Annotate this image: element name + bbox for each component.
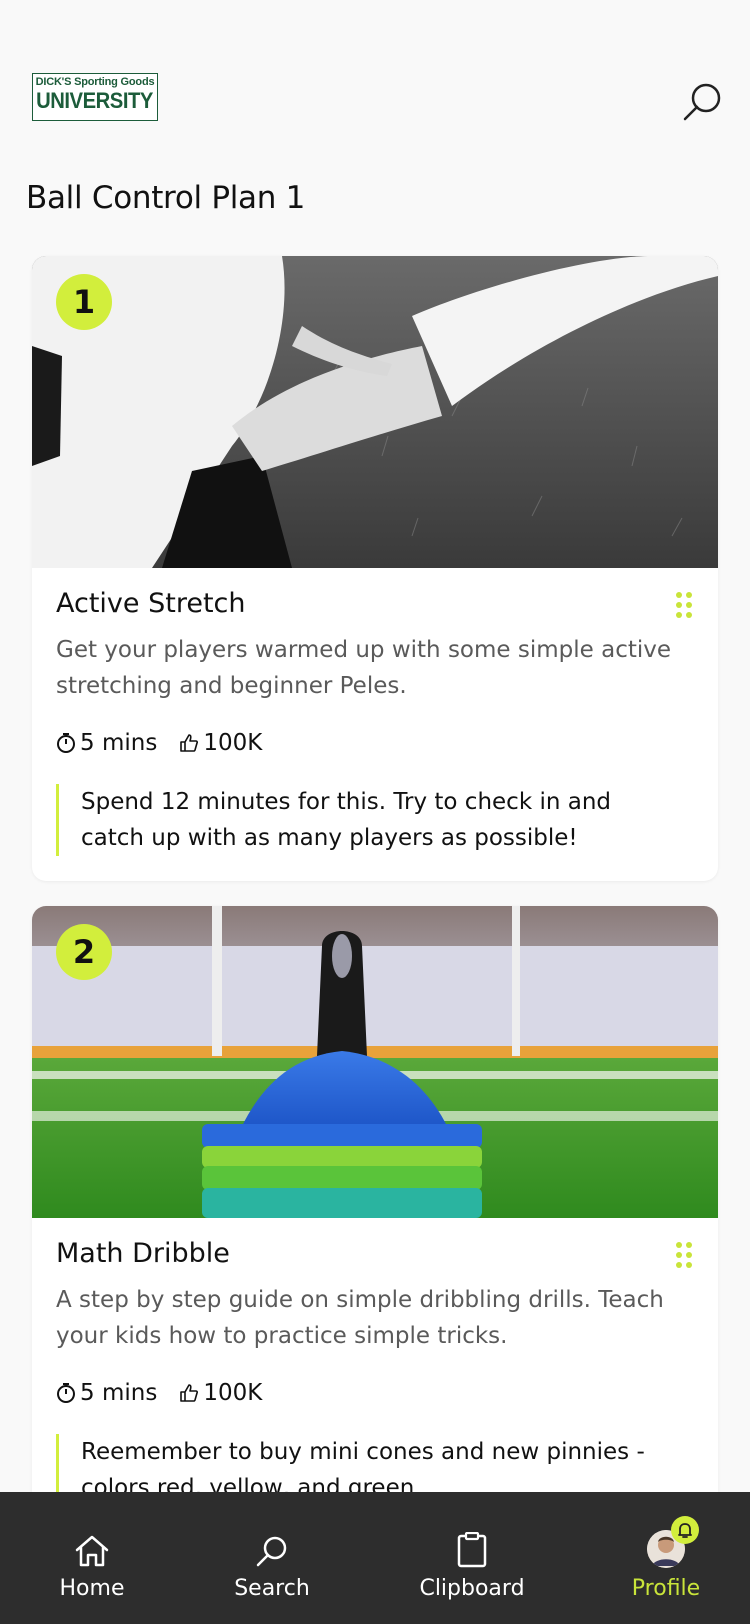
thumbs-up-icon (180, 1384, 199, 1402)
activity-card[interactable]: 1 Active Stretch Get your players warmed… (32, 256, 718, 881)
activity-meta: 5 mins 100K (56, 1380, 284, 1406)
notification-bell-icon (671, 1516, 699, 1544)
step-number-badge: 1 (56, 274, 112, 330)
dicks-university-logo[interactable]: DICK'S Sporting Goods UNIVERSITY (32, 73, 158, 121)
activity-image: 2 (32, 906, 718, 1218)
logo-top-text: DICK'S Sporting Goods (35, 75, 155, 88)
tab-home[interactable]: Home (42, 1492, 142, 1624)
activity-title: Active Stretch (56, 588, 246, 619)
clipboard-icon (457, 1532, 487, 1568)
timer-icon (57, 733, 75, 753)
header-search-button[interactable] (678, 78, 726, 126)
tab-search-label: Search (234, 1576, 310, 1601)
thumbs-up-icon (180, 734, 199, 752)
activity-title: Math Dribble (56, 1238, 230, 1269)
activity-description: Get your players warmed up with some sim… (56, 637, 672, 699)
duration-text: 5 mins (80, 1380, 158, 1406)
duration: 5 mins (56, 730, 157, 756)
likes-text: 100K (203, 730, 263, 756)
logo-bottom-text: UNIVERSITY (36, 87, 154, 113)
tab-search[interactable]: Search (222, 1492, 322, 1624)
bottom-tab-bar: Home Search Clipboard Profile (0, 1492, 750, 1624)
tab-clipboard[interactable]: Clipboard (412, 1492, 532, 1624)
home-icon (75, 1535, 109, 1567)
app-header: DICK'S Sporting Goods UNIVERSITY (0, 0, 750, 150)
duration: 5 mins (56, 1380, 157, 1406)
likes: 100K (179, 1380, 262, 1406)
timer-icon (57, 1383, 75, 1403)
tab-home-label: Home (59, 1576, 125, 1601)
search-icon (683, 83, 721, 121)
activity-meta: 5 mins 100K (56, 730, 284, 756)
duration-text: 5 mins (80, 730, 158, 756)
avatar-icon (647, 1516, 699, 1568)
activity-description: A step by step guide on simple dribbling… (56, 1287, 664, 1349)
tab-clipboard-label: Clipboard (419, 1576, 525, 1601)
page-title: Ball Control Plan 1 (26, 180, 306, 216)
search-icon (256, 1536, 287, 1567)
drag-handle-icon[interactable] (674, 1240, 694, 1270)
coach-note: Spend 12 minutes for this. Try to check … (56, 784, 676, 856)
likes: 100K (179, 730, 262, 756)
tab-profile-label: Profile (631, 1576, 701, 1601)
likes-text: 100K (203, 1380, 263, 1406)
activity-image: 1 (32, 256, 718, 568)
step-number-badge: 2 (56, 924, 112, 980)
drag-handle-icon[interactable] (674, 590, 694, 620)
tab-profile[interactable]: Profile (616, 1492, 716, 1624)
